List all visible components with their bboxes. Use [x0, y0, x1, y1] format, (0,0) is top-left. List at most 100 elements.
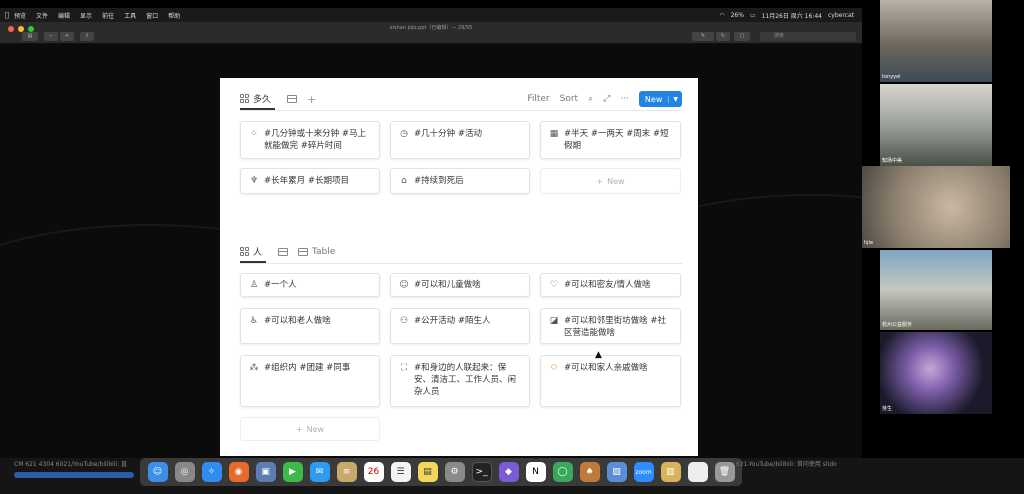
- battery-icon[interactable]: ▭: [750, 12, 756, 19]
- participant-tile[interactable]: 知场中美: [880, 84, 992, 166]
- messages-icon[interactable]: ✉: [309, 462, 330, 482]
- card-people-close-friends[interactable]: ♡ #可以和密友/情人做啥: [540, 273, 681, 297]
- progress-bar: [14, 472, 134, 478]
- reminders-icon[interactable]: ☰: [390, 462, 411, 482]
- search-icon[interactable]: ⌕: [588, 94, 593, 104]
- board-header-duration: 多久 + Filter Sort ⌕ ⤢ ··· New ▼: [240, 86, 682, 112]
- zoom-in-button[interactable]: +: [60, 32, 74, 41]
- markup-button[interactable]: ✎: [692, 32, 714, 41]
- card-people-alone[interactable]: ♙ #一个人: [240, 273, 380, 297]
- card-duration-tens-minutes[interactable]: ◷ #几十分钟 #活动: [390, 121, 530, 159]
- filter-button[interactable]: Filter: [527, 94, 549, 104]
- menu-tools[interactable]: 工具: [124, 11, 136, 20]
- card-text: #几十分钟 #活动: [414, 129, 482, 139]
- photos-icon[interactable]: ▨: [606, 462, 627, 482]
- ticker-right: 621-YouTube/bilibili: 首问使用 slido: [736, 461, 837, 468]
- participant-name: 杭州公益服务: [882, 322, 913, 328]
- annotate-button[interactable]: ▢: [734, 32, 750, 41]
- safari-icon[interactable]: ✧: [201, 462, 222, 482]
- card-people-elderly[interactable]: ♿ #可以和老人做啥: [240, 308, 380, 344]
- menu-file[interactable]: 文件: [36, 11, 48, 20]
- search-input[interactable]: 搜索: [760, 32, 856, 41]
- menu-view[interactable]: 显示: [80, 11, 92, 20]
- acorn-icon[interactable]: ♠: [579, 462, 600, 482]
- calendar-icon[interactable]: 26: [363, 462, 384, 482]
- clock-label[interactable]: 11月26日 周六 16:44: [762, 11, 822, 20]
- menubar:  预览 文件 编辑 显示 前往 工具 窗口 帮助 ◠ 26% ▭ 11月26日…: [0, 8, 862, 22]
- menu-edit[interactable]: 编辑: [58, 11, 70, 20]
- menu-help[interactable]: 帮助: [168, 11, 180, 20]
- new-card-button[interactable]: + New: [540, 168, 681, 194]
- status-area: ◠ 26% ▭ 11月26日 周六 16:44 cybercat: [719, 11, 862, 20]
- facetime-icon[interactable]: ▶: [282, 462, 303, 482]
- add-view-icon[interactable]: +: [307, 93, 316, 106]
- notion-icon[interactable]: N: [525, 462, 546, 482]
- more-button[interactable]: ···: [620, 94, 629, 104]
- card-people-service-staff[interactable]: ⛶ #和身边的人联起来：保安、清洁工、工作人员、闲杂人员: [390, 355, 530, 407]
- apple-icon[interactable]: : [0, 11, 14, 19]
- scan-icon: ⛶: [400, 363, 408, 373]
- new-card-label: New: [607, 176, 625, 186]
- app-icon[interactable]: ◆: [498, 462, 519, 482]
- calendar-icon: ▦: [549, 129, 559, 139]
- new-button[interactable]: New ▼: [638, 91, 682, 107]
- archive-icon[interactable]: ▥: [660, 462, 681, 482]
- card-duration-after-death[interactable]: ⌂ #持续到死后: [390, 168, 530, 194]
- card-text: #公开活动 #陌生人: [414, 316, 491, 326]
- stickies-icon[interactable]: ▤: [417, 462, 438, 482]
- trash-icon[interactable]: 🗑: [714, 462, 735, 482]
- participant-tile[interactable]: 杭州公益服务: [880, 250, 992, 330]
- person-icon: ♙: [249, 280, 259, 290]
- chevron-down-icon[interactable]: ▼: [668, 95, 682, 103]
- terminal-icon[interactable]: >_: [471, 462, 492, 482]
- firefox-icon[interactable]: ◉: [228, 462, 249, 482]
- participant-tile-active-speaker[interactable]: hjie: [862, 166, 1010, 248]
- tab-table[interactable]: Table: [298, 247, 335, 257]
- card-duration-half-day[interactable]: ▦ #半天 #一两天 #周末 #短假期: [540, 121, 681, 159]
- sidebar-toggle-button[interactable]: ▤: [22, 32, 38, 41]
- zoom-app-icon[interactable]: zoom: [633, 462, 654, 482]
- browser-icon[interactable]: ◯: [552, 462, 573, 482]
- user-label[interactable]: cybercat: [828, 12, 854, 19]
- board-icon: [240, 93, 249, 103]
- card-people-neighbors[interactable]: ◪ #可以和邻里街坊做啥 #社区营造能做啥: [540, 308, 681, 344]
- participant-tile[interactable]: tonyyel: [880, 0, 992, 82]
- tab-label: Table: [312, 247, 336, 257]
- menu-go[interactable]: 前往: [102, 11, 114, 20]
- participant-tile[interactable]: 芽生: [880, 332, 992, 414]
- preview-icon[interactable]: ▣: [255, 462, 276, 482]
- tab-board-duration[interactable]: 多久: [240, 88, 276, 110]
- card-duration-minutes[interactable]: ⁘ #几分钟或十来分钟 #马上就能做完 #碎片时间: [240, 121, 380, 159]
- expand-icon[interactable]: ⤢: [603, 94, 610, 104]
- card-people-family[interactable]: ꖴ #可以和家人亲戚做啥: [540, 355, 681, 407]
- share-button[interactable]: ⇪: [80, 32, 94, 41]
- menu-preview[interactable]: 预览: [14, 11, 26, 20]
- card-people-organization[interactable]: ⁂ #组织内 #团建 #同事: [240, 355, 380, 407]
- notes-icon[interactable]: ≡: [336, 462, 357, 482]
- blank-window-icon[interactable]: [687, 462, 708, 482]
- menu-window[interactable]: 窗口: [146, 11, 158, 20]
- table-icon[interactable]: [278, 248, 289, 256]
- battery-label: 26%: [730, 11, 744, 19]
- table-icon[interactable]: [287, 95, 298, 103]
- card-people-public[interactable]: ⚇ #公开活动 #陌生人: [390, 308, 530, 344]
- window-titlebar: xishan jojo.ppt（已编辑）— 29/55 ▤ − + ⇪ ✎ ↻ …: [0, 22, 862, 44]
- mouse-cursor-icon: ▲: [595, 350, 602, 360]
- card-text: #可以和邻里街坊做啥 #社区营造能做啥: [564, 316, 666, 338]
- finder-icon[interactable]: ☺: [147, 462, 168, 482]
- zoom-out-button[interactable]: −: [44, 32, 58, 41]
- tab-board-people[interactable]: 人: [240, 241, 267, 263]
- card-people-children[interactable]: ☺ #可以和儿童做啥: [390, 273, 530, 297]
- launchpad-icon[interactable]: ◎: [174, 462, 195, 482]
- loading-icon: ⁘: [250, 129, 258, 139]
- new-card-button[interactable]: + New: [240, 417, 380, 441]
- card-duration-long-term[interactable]: ♆ #长年累月 #长期项目: [240, 168, 380, 194]
- rotate-button[interactable]: ↻: [716, 32, 730, 41]
- divider: [240, 110, 682, 111]
- smile-icon: ☺: [399, 280, 409, 290]
- board-header-people: 人 Table: [240, 239, 682, 265]
- wifi-icon[interactable]: ◠: [719, 12, 724, 19]
- cactus-icon: ♆: [249, 176, 259, 186]
- settings-icon[interactable]: ⚙: [444, 462, 465, 482]
- sort-button[interactable]: Sort: [560, 94, 578, 104]
